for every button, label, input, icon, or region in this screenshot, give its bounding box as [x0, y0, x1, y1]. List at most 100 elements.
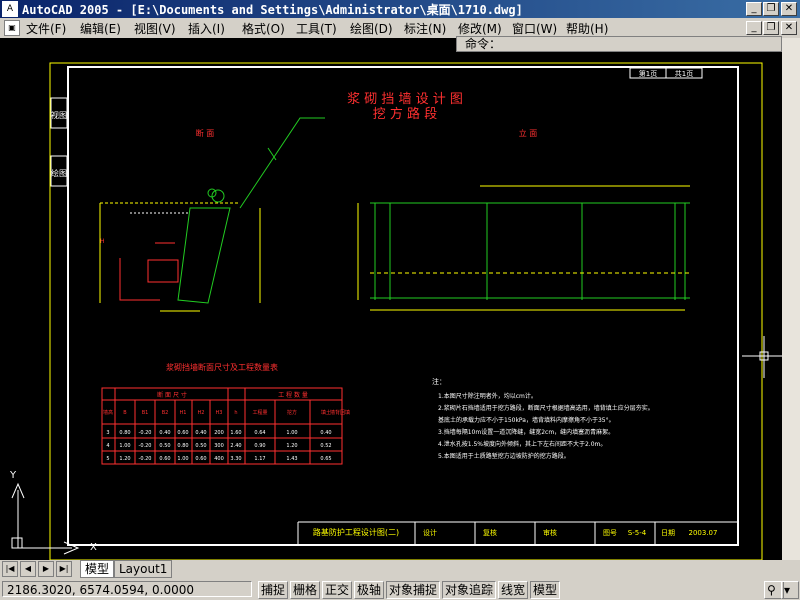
- table-cell: 0.50: [195, 443, 206, 449]
- title-bar: A AutoCAD 2005 - [E:\Documents and Setti…: [0, 0, 800, 18]
- menu-tools[interactable]: 工具(T): [296, 20, 337, 37]
- note-3: 基底土的承载力应不小于150kPa，墙背填料内摩擦角不小于35°。: [438, 416, 615, 424]
- last-tab-icon[interactable]: ▶|: [56, 561, 72, 577]
- table-cell: 0.52: [320, 443, 331, 449]
- table-cell: 0.40: [159, 430, 170, 436]
- ucs-icon: Y X: [9, 470, 97, 555]
- command-line[interactable]: 命令：: [456, 36, 782, 52]
- titleblock-review: 复核: [483, 528, 497, 537]
- model-toggle[interactable]: 模型: [530, 581, 561, 599]
- tab-model[interactable]: 模型: [80, 560, 115, 578]
- table-col-header: 墙背回填: [330, 409, 350, 416]
- table-cell: 0.40: [320, 430, 331, 436]
- table-cell: 0.50: [159, 443, 170, 449]
- menu-format[interactable]: 格式(O): [242, 20, 285, 37]
- doc-restore-button[interactable]: ❐: [763, 21, 779, 35]
- notes-title: 注：: [432, 377, 446, 386]
- first-tab-icon[interactable]: |◀: [2, 561, 18, 577]
- table-cell: 0.65: [320, 456, 331, 462]
- otrack-toggle[interactable]: 对象追踪: [442, 581, 497, 599]
- tray-menu-icon[interactable]: ▾: [781, 581, 799, 599]
- svg-text:H: H: [100, 238, 105, 245]
- table-cell: 1.43: [286, 456, 297, 462]
- ortho-toggle[interactable]: 正交: [322, 581, 353, 599]
- tab-layout1[interactable]: Layout1: [114, 560, 173, 578]
- layout-tabs: |◀ ◀ ▶ ▶| 模型 Layout1: [0, 560, 800, 578]
- titleblock-name: 路基防护工程设计图(二): [313, 527, 399, 537]
- table-cell: 1.20: [119, 456, 130, 462]
- table-cell: 4: [106, 443, 109, 449]
- vertical-scrollbar[interactable]: [782, 38, 800, 560]
- table-title: 浆砌挡墙断面尺寸及工程数量表: [166, 362, 278, 372]
- layout-frame: [49, 62, 763, 560]
- note-1: 1.本图尺寸除注明者外，均以cm计。: [438, 392, 537, 400]
- table-col-header: 工程量: [252, 409, 267, 416]
- next-tab-icon[interactable]: ▶: [38, 561, 54, 577]
- menu-insert[interactable]: 插入(I): [188, 20, 225, 37]
- table-cell: 0.80: [119, 430, 130, 436]
- table-cell: 1.17: [254, 456, 265, 462]
- snap-toggle[interactable]: 捕捉: [258, 581, 289, 599]
- menu-dimension[interactable]: 标注(N): [404, 20, 446, 37]
- table-cell: 0.60: [159, 456, 170, 462]
- table-col-header: H3: [216, 410, 223, 416]
- window-title: AutoCAD 2005 - [E:\Documents and Setting…: [22, 3, 523, 17]
- side-tag-1: 视图: [51, 110, 67, 120]
- titleblock-drawno-value: S-5-4: [628, 529, 647, 537]
- sheet-total: 共1页: [675, 69, 693, 78]
- quantity-table: 浆砌挡墙断面尺寸及工程数量表 断 面 尺 寸 工 程 数 量 墙高 B B1 B2 H1…: [101, 362, 350, 465]
- minimize-button[interactable]: _: [746, 2, 762, 16]
- menu-window[interactable]: 窗口(W): [512, 20, 557, 37]
- titleblock-drawno: 图号: [603, 529, 617, 537]
- menu-modify[interactable]: 修改(M): [458, 20, 502, 37]
- osnap-toggle[interactable]: 对象捕捉: [386, 581, 441, 599]
- prev-tab-icon[interactable]: ◀: [20, 561, 36, 577]
- table-cell: -0.20: [139, 430, 152, 436]
- drawing-title-1: 浆 砌 挡 墙 设 计 图: [347, 92, 463, 107]
- doc-minimize-button[interactable]: _: [746, 21, 762, 35]
- polar-toggle[interactable]: 极轴: [354, 581, 385, 599]
- menu-view[interactable]: 视图(V): [134, 20, 176, 37]
- sheet-label: 第1页: [639, 69, 657, 78]
- restore-button[interactable]: ❐: [763, 2, 779, 16]
- status-bar: 2186.3020, 6574.0594, 0.0000 捕捉 栅格 正交 极轴…: [0, 578, 800, 600]
- doc-close-button[interactable]: ✕: [781, 21, 797, 35]
- titleblock-audit: 审核: [543, 528, 557, 537]
- grid-toggle[interactable]: 栅格: [290, 581, 321, 599]
- table-head-group2: 工 程 数 量: [278, 391, 308, 399]
- note-5: 4.泄水孔按1.5%坡度向外倾斜，其上下左右间距不大于2.0m。: [438, 440, 606, 448]
- table-cell: 1.60: [230, 430, 241, 436]
- close-button[interactable]: ✕: [781, 2, 797, 16]
- lineweight-toggle[interactable]: 线宽: [498, 581, 529, 599]
- table-col-header: h: [234, 410, 237, 416]
- table-cell: 5: [106, 456, 109, 462]
- table-cell: 1.00: [177, 456, 188, 462]
- table-col-header: B1: [142, 410, 149, 416]
- table-col-header: 墙高: [103, 409, 113, 416]
- table-cell: 0.60: [195, 456, 206, 462]
- table-cell: 1.20: [286, 443, 297, 449]
- menu-bar: ▣ 文件(F) 编辑(E) 视图(V) 插入(I) 格式(O) 工具(T) 绘图…: [0, 18, 800, 38]
- drawing-svg: 视图 绘图 第1页 共1页 浆 砌 挡 墙 设 计 图 挖 方 路 段 断 面 …: [9, 62, 782, 560]
- menu-edit[interactable]: 编辑(E): [80, 20, 121, 37]
- elevation-label: 立 面: [519, 128, 538, 138]
- note-6: 5.本图适用于土质路堑挖方边坡防护的挖方路段。: [438, 452, 570, 460]
- table-cell: 1.00: [119, 443, 130, 449]
- table-cell: 3.30: [230, 456, 241, 462]
- table-col-header: H2: [198, 410, 205, 416]
- section-label: 断 面: [196, 128, 215, 138]
- table-cell: -0.20: [139, 443, 152, 449]
- table-cell: 1.00: [286, 430, 297, 436]
- drawing-canvas[interactable]: 视图 绘图 第1页 共1页 浆 砌 挡 墙 设 计 图 挖 方 路 段 断 面 …: [0, 38, 782, 560]
- drawing-title-2: 挖 方 路 段: [373, 106, 437, 122]
- ucs-y-label: Y: [9, 470, 17, 481]
- autocad-app-icon[interactable]: A: [2, 1, 18, 17]
- document-icon[interactable]: ▣: [4, 20, 20, 36]
- table-cell: 0.64: [254, 430, 265, 436]
- notes-block: 注： 1.本图尺寸除注明者外，均以cm计。 2.浆砌片石挡墙适用于挖方路段，断面…: [432, 377, 654, 460]
- table-cell: 400: [214, 456, 224, 462]
- menu-help[interactable]: 帮助(H): [566, 20, 608, 37]
- menu-file[interactable]: 文件(F): [26, 20, 66, 37]
- table-cell: 0.90: [254, 443, 265, 449]
- menu-draw[interactable]: 绘图(D): [350, 20, 393, 37]
